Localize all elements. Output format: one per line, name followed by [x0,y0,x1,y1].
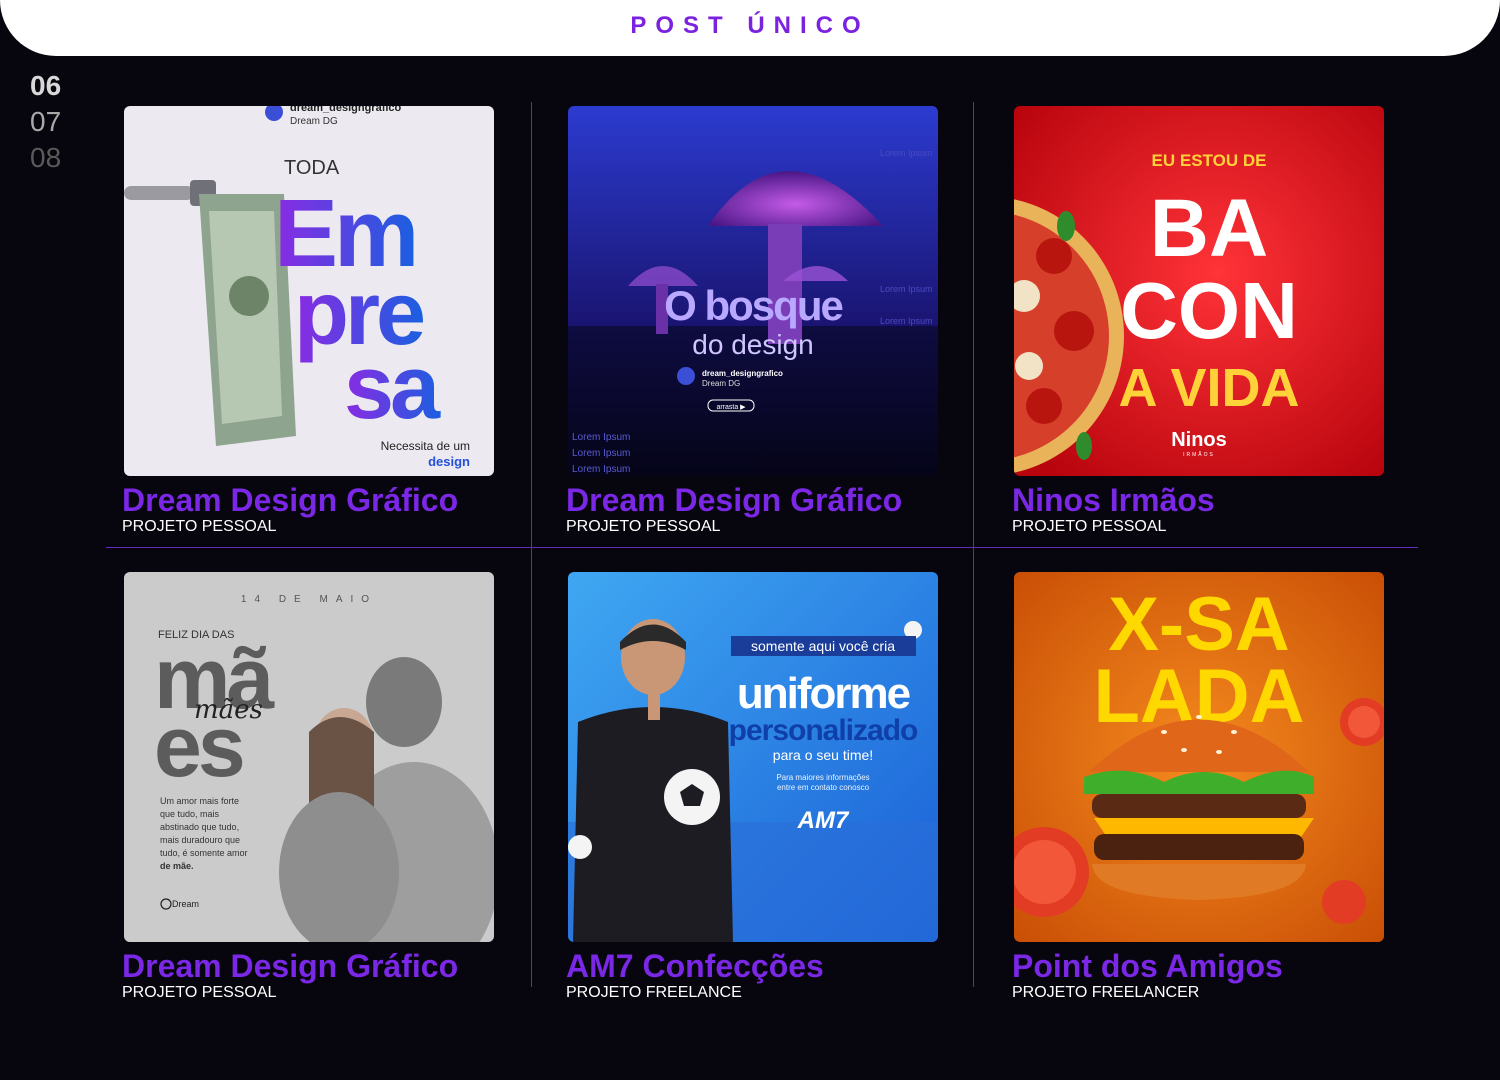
art-line2: personalizado [729,714,918,747]
page-title: POST ÚNICO [630,12,870,39]
uniforme-post-art: somente aqui você cria uniforme personal… [568,572,938,942]
maes-post-art: 14 DE MAIO FELIZ DIA DAS mã es mães Um a… [124,572,494,942]
art-body-line: de mãe. [160,861,194,871]
card-title[interactable]: Dream Design Gráfico [122,948,458,985]
bosque-post-art: O bosque do design dream_designgrafico D… [568,106,938,476]
art-info2: entre em contato conosco [777,783,870,792]
art-body-line: mais duradouro que [160,835,240,845]
page-number-next[interactable]: 07 [30,104,90,140]
art-body-line: tudo, é somente amor [160,848,248,858]
post-thumbnail[interactable]: dream_designgrafico Dream DG TODA Em pre… [124,106,494,476]
art-foot2: design [428,454,470,469]
card-title[interactable]: Point dos Amigos [1012,948,1283,985]
art-filler: Lorem Ipsum [572,432,630,443]
card-subtitle: PROJETO PESSOAL [122,518,277,535]
art-date: 14 DE MAIO [241,594,377,605]
art-pre: TODA [284,157,340,179]
card-subtitle: PROJETO PESSOAL [1012,518,1167,535]
art-line1: uniforme [737,669,910,718]
art-filler: Lorem Ipsum [880,148,933,158]
post-thumbnail[interactable]: O bosque do design dream_designgrafico D… [568,106,938,476]
art-line3: para o seu time! [773,747,873,763]
post-thumbnail[interactable]: 14 DE MAIO FELIZ DIA DAS mã es mães Um a… [124,572,494,942]
card-title[interactable]: Ninos Irmãos [1012,482,1215,519]
card-subtitle: PROJETO PESSOAL [566,518,721,535]
art-handle: dream_designgrafico [702,369,783,378]
grid-divider-horizontal [106,547,1418,548]
page-number-later[interactable]: 08 [30,140,90,168]
art-cta: arrasta ▶ [716,404,746,411]
art-brand: Dream DG [702,379,740,388]
art-line3: sa [344,338,441,438]
art-line3: A VIDA [1118,358,1299,418]
art-line2: CON [1120,266,1298,355]
art-line2: do design [692,329,813,360]
art-pre: EU ESTOU DE [1152,151,1267,170]
card-title[interactable]: Dream Design Gráfico [122,482,458,519]
art-info1: Para maiores informações [776,773,869,782]
art-logo: AM7 [797,807,850,834]
page-indicator: 06 07 08 [30,68,90,168]
card-title[interactable]: Dream Design Gráfico [566,482,902,519]
art-body-line: Um amor mais forte [160,796,239,806]
art-foot1: Necessita de um [381,439,470,453]
art-filler: Lorem Ipsum [880,316,933,326]
card-subtitle: PROJETO FREELANCER [1012,984,1200,1001]
art-logo: Dream [172,899,199,909]
grid-divider-vertical-1 [531,102,532,987]
card-title[interactable]: AM7 Confecções [566,948,824,985]
art-line1: BA [1150,183,1268,274]
page-number-current[interactable]: 06 [30,68,90,104]
post-thumbnail[interactable]: X-SA LADA [1014,572,1384,942]
card-subtitle: PROJETO FREELANCE [566,984,742,1001]
card-subtitle: PROJETO PESSOAL [122,984,277,1001]
art-line1: O bosque [664,282,842,329]
art-brand: Dream DG [290,116,338,127]
art-tag: somente aqui você cria [751,638,895,654]
post-thumbnail[interactable]: EU ESTOU DE BA CON A VIDA Ninos IRMÃOS [1014,106,1384,476]
bacon-post-art: EU ESTOU DE BA CON A VIDA Ninos IRMÃOS [1014,106,1384,476]
art-filler: Lorem Ipsum [880,284,933,294]
art-logo: Ninos [1171,429,1227,451]
post-thumbnail[interactable]: somente aqui você cria uniforme personal… [568,572,938,942]
art-body-line: que tudo, mais [160,809,220,819]
art-logo-sub: IRMÃOS [1183,451,1215,458]
art-script: mães [194,695,263,725]
art-filler: Lorem Ipsum [572,464,630,475]
art-handle: dream_designgrafico [290,106,402,114]
art-filler: Lorem Ipsum [572,448,630,459]
empresa-post-art: dream_designgrafico Dream DG TODA Em pre… [124,106,494,476]
xsalada-post-art: X-SA LADA [1014,572,1384,942]
art-body-line: abstinado que tudo, [160,822,239,832]
grid-divider-vertical-2 [973,102,974,987]
